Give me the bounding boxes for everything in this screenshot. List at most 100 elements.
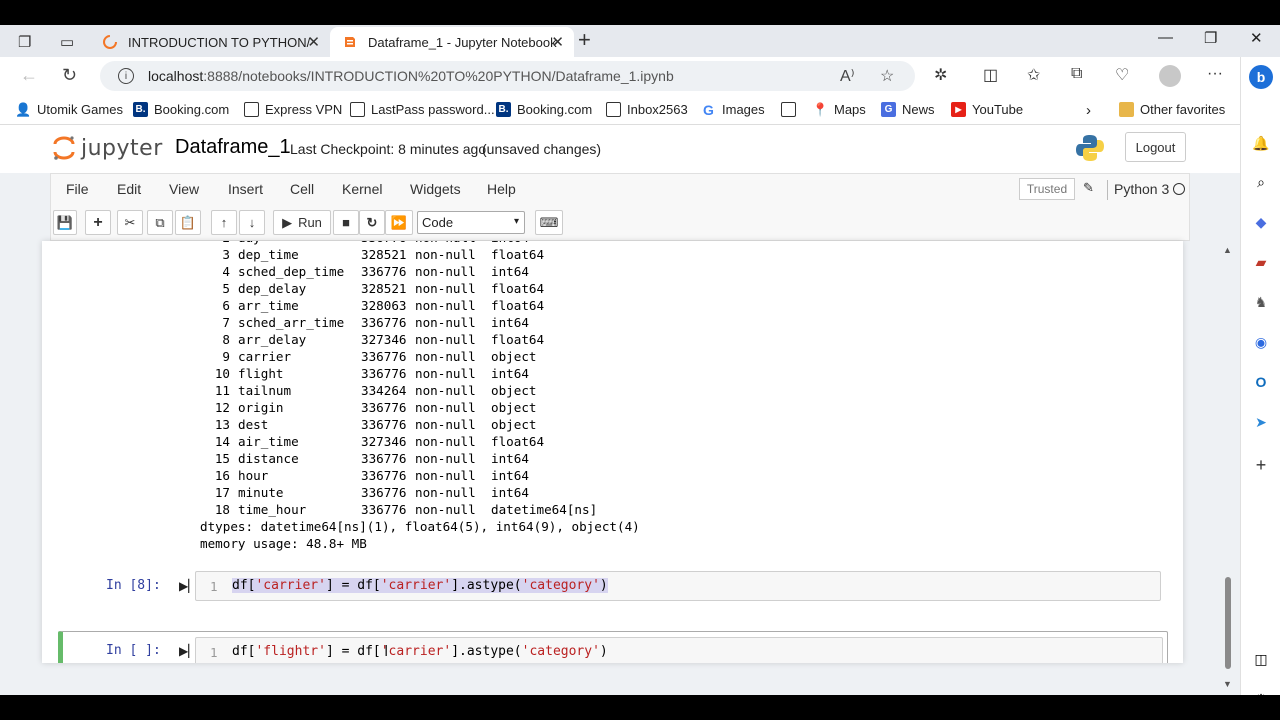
- scroll-down-icon[interactable]: ▼: [1223, 679, 1232, 689]
- notification-bell-icon[interactable]: 🔔: [1251, 133, 1271, 153]
- kernel-name[interactable]: Python 3: [1114, 181, 1169, 197]
- bookmark-maps[interactable]: 📍 Maps: [812, 102, 865, 118]
- window-close-icon[interactable]: ✕: [1250, 29, 1263, 47]
- bookmark-expressvpn[interactable]: Express VPN: [244, 102, 342, 117]
- run-button[interactable]: ▶ Run: [273, 210, 331, 235]
- menu-view[interactable]: View: [169, 181, 199, 197]
- bookmark-lastpass[interactable]: LastPass password...: [350, 102, 495, 117]
- bookmark-images[interactable]: G Images: [701, 101, 765, 118]
- menu-insert[interactable]: Insert: [228, 181, 263, 197]
- other-favorites[interactable]: Other favorites: [1119, 102, 1225, 117]
- notebook-name[interactable]: Dataframe_1: [175, 136, 291, 159]
- bookmark-booking-2[interactable]: B. Booking.com: [496, 102, 592, 117]
- keyboard-icon[interactable]: ⌨: [535, 210, 563, 235]
- fast-forward-icon[interactable]: ⏩: [385, 210, 413, 235]
- favorites-icon[interactable]: ✩: [1027, 65, 1040, 85]
- info-row: 7 sched_arr_time 336776 non-null int64: [222, 315, 529, 330]
- code-cell-input[interactable]: 1 df['flightr'] = df['carrier'].astype('…: [195, 637, 1163, 663]
- scroll-up-icon[interactable]: ▲: [1223, 245, 1232, 255]
- search-icon[interactable]: ⌕: [1251, 172, 1271, 192]
- info-row: 14 air_time 327346 non-null float64: [214, 434, 545, 449]
- address-bar[interactable]: i localhost:8888/notebooks/INTRODUCTION%…: [100, 61, 915, 91]
- add-icon[interactable]: +: [1251, 455, 1271, 475]
- tools-icon[interactable]: ▰: [1251, 252, 1271, 272]
- cell-type-select[interactable]: Code ▾: [417, 211, 525, 234]
- menu-widgets[interactable]: Widgets: [410, 181, 461, 197]
- save-icon[interactable]: 💾: [53, 210, 77, 235]
- info-row: 6 arr_time 328063 non-null float64: [222, 298, 545, 313]
- code-cell-input[interactable]: 1 df['carrier'] = df['carrier'].astype('…: [195, 571, 1161, 601]
- browser-essentials-icon[interactable]: ♡: [1115, 65, 1129, 85]
- menu-cell[interactable]: Cell: [290, 181, 314, 197]
- bookmark-page[interactable]: [781, 102, 802, 117]
- games-icon[interactable]: ♞: [1251, 292, 1271, 312]
- menu-file[interactable]: File: [66, 181, 89, 197]
- back-icon[interactable]: ←: [20, 65, 38, 86]
- trusted-indicator[interactable]: Trusted: [1019, 178, 1075, 200]
- settings-gear-icon[interactable]: ⚙: [1251, 689, 1271, 696]
- info-row: 8 arr_delay 327346 non-null float64: [222, 332, 545, 347]
- scroll-thumb[interactable]: [1225, 577, 1231, 669]
- tab-introduction[interactable]: INTRODUCTION TO PYTHON/ ✕: [92, 27, 330, 57]
- jupyter-logo[interactable]: jupyter: [53, 135, 163, 161]
- minimize-icon[interactable]: —: [1158, 29, 1173, 46]
- copy-icon[interactable]: ⧉: [147, 210, 173, 235]
- collections-icon[interactable]: ⧉: [1071, 65, 1082, 83]
- close-icon[interactable]: ✕: [551, 33, 564, 51]
- page-icon: [350, 102, 365, 117]
- url-path: :8888/notebooks/INTRODUCTION%20TO%20PYTH…: [203, 68, 674, 84]
- google-icon: G: [703, 101, 714, 118]
- send-icon[interactable]: ➤: [1251, 412, 1271, 432]
- menu-kernel[interactable]: Kernel: [342, 181, 382, 197]
- tab-actions-icon[interactable]: ▭: [60, 33, 74, 51]
- read-aloud-icon[interactable]: A⁾: [840, 66, 855, 86]
- move-down-icon[interactable]: ↓: [239, 210, 265, 235]
- sidebar-toggle-icon[interactable]: ◫: [1251, 649, 1271, 669]
- line-number: 1: [210, 579, 218, 594]
- booking-icon: B.: [496, 102, 511, 117]
- split-screen-icon[interactable]: ◫: [983, 65, 998, 85]
- office-icon[interactable]: ◉: [1251, 332, 1271, 352]
- insert-cell-icon[interactable]: +: [85, 210, 111, 235]
- bookmark-inbox[interactable]: Inbox2563: [606, 102, 688, 117]
- info-row: 11 tailnum 334264 non-null object: [214, 383, 537, 398]
- code-line[interactable]: df['carrier'] = df['carrier'].astype('ca…: [232, 578, 608, 593]
- chevron-right-icon[interactable]: ›: [1086, 102, 1091, 119]
- logout-button[interactable]: Logout: [1125, 132, 1186, 162]
- close-icon[interactable]: ✕: [307, 33, 320, 51]
- kernel-idle-icon: [1173, 183, 1185, 195]
- page-scrollbar[interactable]: ▲ ▼: [1221, 241, 1235, 691]
- chevron-down-icon: ▾: [513, 216, 519, 227]
- tab-dataframe[interactable]: Dataframe_1 - Jupyter Notebook ✕: [330, 27, 574, 57]
- restart-icon[interactable]: ↻: [359, 210, 385, 235]
- edit-pencil-icon[interactable]: ✎: [1083, 180, 1094, 196]
- shopping-tag-icon[interactable]: ◆: [1251, 212, 1271, 232]
- menu-edit[interactable]: Edit: [117, 181, 141, 197]
- bookmark-utomik[interactable]: 👤 Utomik Games: [15, 102, 123, 118]
- bookmark-booking-1[interactable]: B. Booking.com: [133, 102, 229, 117]
- copilot-icon[interactable]: b: [1249, 65, 1273, 89]
- code-line[interactable]: df['flightr'] = df['carrier'].astype('ca…: [232, 644, 608, 659]
- new-tab-button[interactable]: +: [578, 27, 591, 53]
- bookmark-youtube[interactable]: ▶ YouTube: [951, 102, 1023, 117]
- python-logo-icon: [1075, 133, 1105, 168]
- site-info-icon[interactable]: i: [118, 68, 134, 84]
- bookmark-news[interactable]: G News: [881, 102, 935, 117]
- info-row: 15 distance 336776 non-null int64: [214, 451, 529, 466]
- line-number: 1: [210, 645, 218, 660]
- reload-icon[interactable]: ↻: [62, 65, 77, 86]
- workspaces-icon[interactable]: ❐: [18, 33, 31, 51]
- play-icon: ▶: [282, 214, 293, 230]
- more-menu-icon[interactable]: ···: [1207, 65, 1223, 83]
- cut-icon[interactable]: ✂: [117, 210, 143, 235]
- extensions-icon[interactable]: ✲: [934, 65, 947, 85]
- outlook-icon[interactable]: O: [1251, 372, 1271, 392]
- profile-avatar[interactable]: [1159, 65, 1181, 87]
- info-row: 4 sched_dep_time 336776 non-null int64: [222, 264, 529, 279]
- menu-help[interactable]: Help: [487, 181, 516, 197]
- stop-icon[interactable]: ■: [333, 210, 359, 235]
- restore-icon[interactable]: ❐: [1204, 29, 1217, 47]
- move-up-icon[interactable]: ↑: [211, 210, 237, 235]
- favorite-star-icon[interactable]: ☆: [880, 66, 894, 86]
- paste-icon[interactable]: 📋: [175, 210, 201, 235]
